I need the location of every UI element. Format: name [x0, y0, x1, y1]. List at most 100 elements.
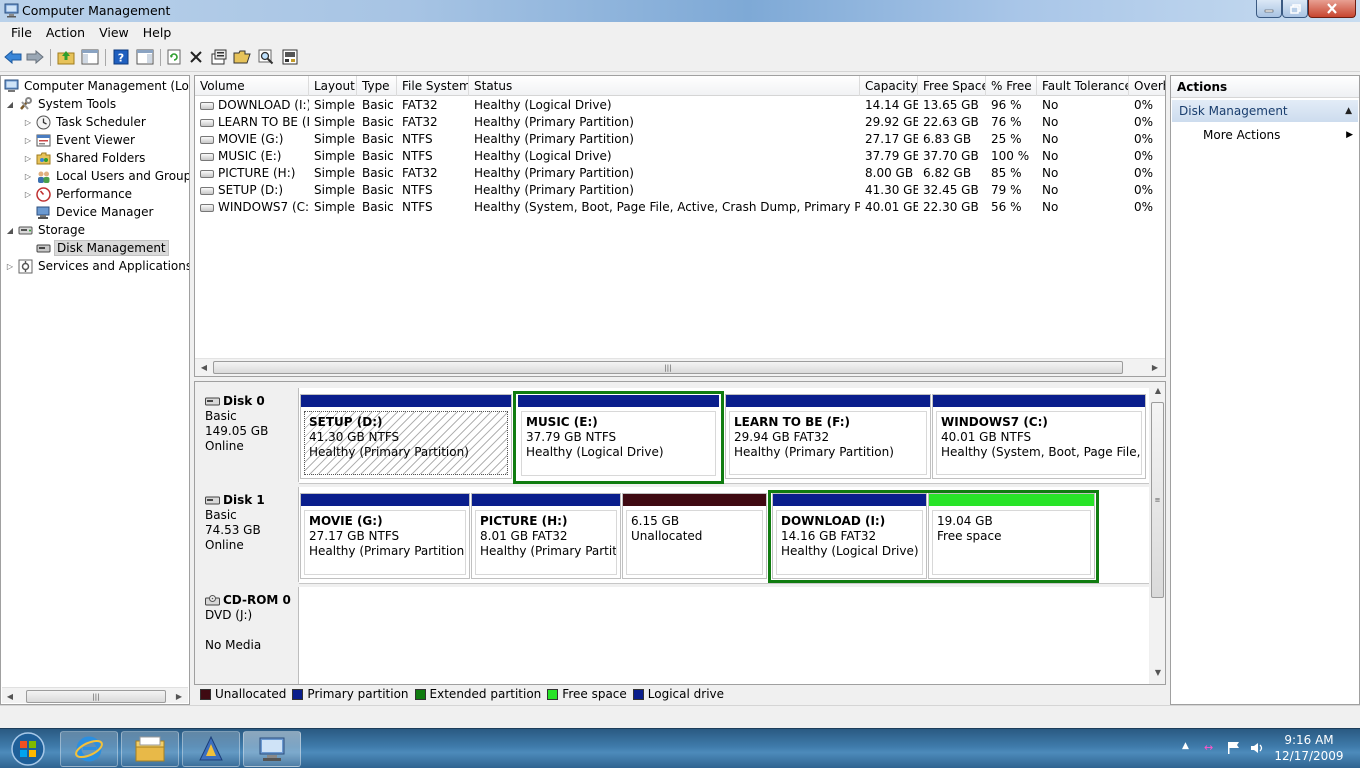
taskbar-clock[interactable]: 9:16 AM 12/17/2009	[1268, 732, 1350, 764]
disk-0-label[interactable]: Disk 0 Basic 149.05 GB Online	[195, 388, 299, 482]
delete-button[interactable]	[186, 47, 206, 67]
column-header-fault-tolerance[interactable]: Fault Tolerance	[1037, 76, 1129, 96]
scroll-left-arrow-icon[interactable]: ◀	[3, 690, 17, 704]
tree-item-local-users-and-groups[interactable]: ▷ Local Users and Groups	[23, 167, 189, 185]
scroll-thumb[interactable]: |||	[213, 361, 1123, 374]
title-bar[interactable]: Computer Management	[0, 0, 1360, 22]
disk-view-vertical-scrollbar[interactable]: ▲ ≡ ▼	[1150, 382, 1165, 684]
cell-free-space: 37.70 GB	[923, 149, 979, 163]
column-header-percent-free[interactable]: % Free	[986, 76, 1037, 96]
table-row[interactable]: MOVIE (G:) Simple Basic NTFS Healthy (Primar…	[195, 131, 1165, 148]
tree-item-device-manager[interactable]: Device Manager	[23, 203, 155, 221]
more-actions-item[interactable]: More Actions ▶	[1203, 126, 1353, 144]
table-row[interactable]: MUSIC (E:) Simple Basic NTFS Healthy (Logica…	[195, 148, 1165, 165]
disk-properties-button[interactable]	[280, 47, 300, 67]
network-activity-icon[interactable]: ↔	[1204, 741, 1213, 754]
collapsed-triangle-icon[interactable]: ▷	[5, 262, 15, 271]
tree-item-event-viewer[interactable]: ▷ Event Viewer	[23, 131, 137, 149]
show-hide-action-pane-button[interactable]	[135, 47, 155, 67]
table-row[interactable]: SETUP (D:) Simple Basic NTFS Healthy (Primar…	[195, 182, 1165, 199]
collapsed-triangle-icon[interactable]: ▷	[23, 172, 33, 181]
scroll-thumb[interactable]: |||	[26, 690, 166, 703]
close-button[interactable]	[1308, 0, 1356, 18]
forward-button[interactable]	[25, 47, 45, 67]
tree-item-system-tools[interactable]: ◢ System Tools	[5, 95, 118, 113]
menu-help[interactable]: Help	[136, 23, 179, 43]
taskbar-internet-explorer[interactable]	[60, 731, 118, 767]
search-button[interactable]	[256, 47, 276, 67]
up-one-level-button[interactable]	[56, 47, 76, 67]
open-folder-icon	[233, 50, 251, 64]
partition-unallocated[interactable]: 6.15 GB Unallocated	[622, 493, 767, 579]
action-center-flag-icon[interactable]	[1226, 741, 1242, 755]
actions-section-disk-management[interactable]: Disk Management ▲	[1172, 100, 1358, 122]
partition-windows7-c[interactable]: WINDOWS7 (C:) 40.01 GB NTFS Healthy (Sys…	[932, 394, 1146, 479]
cdrom-0-label[interactable]: CD-ROM 0 DVD (J:) No Media	[195, 587, 299, 684]
taskbar-pinned-app[interactable]	[182, 731, 240, 767]
tree-item-performance[interactable]: ▷ Performance	[23, 185, 134, 203]
collapsed-triangle-icon[interactable]: ▷	[23, 136, 33, 145]
help-button[interactable]: ?	[111, 47, 131, 67]
windows-orb-icon	[11, 732, 45, 766]
menu-action[interactable]: Action	[39, 23, 92, 43]
partition-free-space[interactable]: 19.04 GB Free space	[928, 493, 1095, 579]
collapse-up-icon[interactable]: ▲	[1345, 100, 1352, 122]
restore-button[interactable]	[1282, 0, 1308, 18]
volume-list-horizontal-scrollbar[interactable]: ◀ ||| ▶	[195, 358, 1165, 376]
column-header-volume[interactable]: Volume	[195, 76, 309, 96]
partition-music-e[interactable]: MUSIC (E:) 37.79 GB NTFS Healthy (Logica…	[517, 394, 720, 480]
menu-view[interactable]: View	[92, 23, 136, 43]
tree-item-shared-folders[interactable]: ▷ Shared Folders	[23, 149, 147, 167]
back-button[interactable]	[3, 47, 23, 67]
taskbar-computer-management[interactable]	[243, 731, 301, 767]
taskbar-windows-explorer[interactable]	[121, 731, 179, 767]
partition-setup-d[interactable]: SETUP (D:) 41.30 GB NTFS Healthy (Primar…	[300, 394, 512, 479]
column-header-file-system[interactable]: File System	[397, 76, 469, 96]
tree-item-disk-management[interactable]: Disk Management	[23, 239, 169, 257]
device-manager-icon	[35, 204, 51, 220]
magnifier-icon	[258, 49, 274, 65]
column-header-status[interactable]: Status	[469, 76, 860, 96]
table-row[interactable]: LEARN TO BE (F:) Simple Basic FAT32 Healthy …	[195, 114, 1165, 131]
tree-item-services-and-applications[interactable]: ▷ Services and Applications	[5, 257, 189, 275]
table-row[interactable]: WINDOWS7 (C:) Simple Basic NTFS Healthy (Sys…	[195, 199, 1165, 216]
scroll-thumb[interactable]: ≡	[1151, 402, 1164, 598]
minimize-button[interactable]	[1256, 0, 1282, 18]
menu-file[interactable]: File	[4, 23, 39, 43]
scroll-right-arrow-icon[interactable]: ▶	[1148, 361, 1162, 375]
table-row[interactable]: PICTURE (H:) Simple Basic FAT32 Healthy (Pri…	[195, 165, 1165, 182]
cell-percent-free: 56 %	[991, 200, 1022, 214]
start-button[interactable]	[2, 730, 54, 768]
column-header-free-space[interactable]: Free Space	[918, 76, 986, 96]
expanded-triangle-icon[interactable]: ◢	[5, 226, 15, 235]
scroll-right-arrow-icon[interactable]: ▶	[172, 690, 186, 704]
column-header-overhead[interactable]: Overh	[1129, 76, 1165, 96]
column-header-layout[interactable]: Layout	[309, 76, 357, 96]
column-header-capacity[interactable]: Capacity	[860, 76, 918, 96]
collapsed-triangle-icon[interactable]: ▷	[23, 118, 33, 127]
properties-button[interactable]	[209, 47, 229, 67]
partition-download-i[interactable]: DOWNLOAD (I:) 14.16 GB FAT32 Healthy (Lo…	[772, 493, 927, 579]
cell-layout: Simple	[314, 115, 355, 129]
tree-item-computer-management-local[interactable]: Computer Management (Local)	[3, 77, 189, 95]
collapsed-triangle-icon[interactable]: ▷	[23, 190, 33, 199]
expanded-triangle-icon[interactable]: ◢	[5, 100, 15, 109]
partition-picture-h[interactable]: PICTURE (H:) 8.01 GB FAT32 Healthy (Prim…	[471, 493, 621, 579]
scroll-up-arrow-icon[interactable]: ▲	[1151, 384, 1165, 398]
scroll-down-arrow-icon[interactable]: ▼	[1151, 666, 1165, 680]
tree-item-task-scheduler[interactable]: ▷ Task Scheduler	[23, 113, 148, 131]
column-header-type[interactable]: Type	[357, 76, 397, 96]
show-hidden-icons-icon[interactable]: ▲	[1182, 741, 1189, 751]
refresh-button[interactable]	[164, 47, 184, 67]
speaker-icon[interactable]	[1250, 741, 1266, 755]
disk-1-label[interactable]: Disk 1 Basic 74.53 GB Online	[195, 487, 299, 582]
partition-learn-to-be-f[interactable]: LEARN TO BE (F:) 29.94 GB FAT32 Healthy …	[725, 394, 931, 479]
open-button[interactable]	[232, 47, 252, 67]
tree-horizontal-scrollbar[interactable]: ◀ ||| ▶	[2, 687, 188, 703]
table-row[interactable]: DOWNLOAD (I:) Simple Basic FAT32 Healthy (Lo…	[195, 97, 1165, 114]
tree-item-storage[interactable]: ◢ Storage	[5, 221, 87, 239]
scroll-left-arrow-icon[interactable]: ◀	[197, 361, 211, 375]
partition-movie-g[interactable]: MOVIE (G:) 27.17 GB NTFS Healthy (Primar…	[300, 493, 470, 579]
collapsed-triangle-icon[interactable]: ▷	[23, 154, 33, 163]
show-hide-console-tree-button[interactable]	[80, 47, 100, 67]
